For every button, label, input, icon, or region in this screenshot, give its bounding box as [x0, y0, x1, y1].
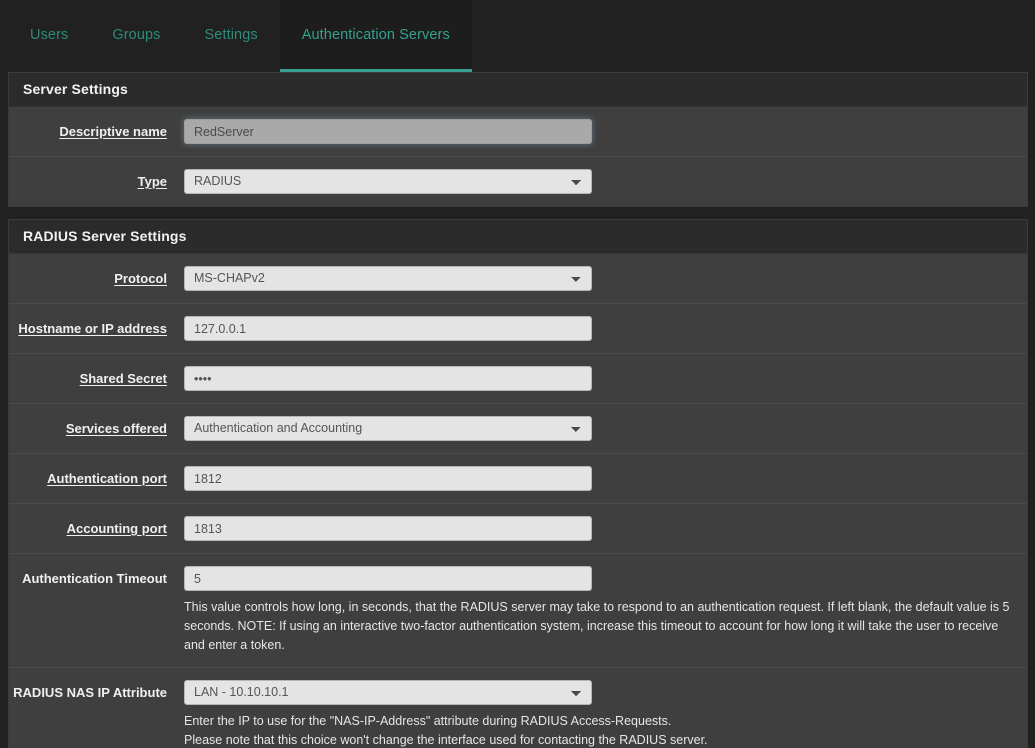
row-authentication-port: Authentication port: [9, 454, 1027, 504]
descriptive-name-input[interactable]: [184, 119, 592, 144]
shared-secret-field-wrap: [184, 366, 1027, 391]
accounting-port-label-text: Accounting port: [66, 521, 167, 536]
row-radius-nas-ip-attribute: RADIUS NAS IP Attribute LAN - 10.10.10.1…: [9, 668, 1027, 748]
row-descriptive-name: Descriptive name: [9, 107, 1027, 157]
services-offered-field-wrap: Authentication and Accounting: [184, 416, 1027, 441]
hostname-input[interactable]: [184, 316, 592, 341]
tab-label: Groups: [112, 26, 161, 43]
type-select[interactable]: RADIUS: [184, 169, 592, 194]
radius-settings-body: Protocol MS-CHAPv2 Hostname or IP addres…: [9, 254, 1027, 748]
authentication-timeout-field-wrap: This value controls how long, in seconds…: [184, 566, 1027, 655]
accounting-port-field-wrap: [184, 516, 1027, 541]
row-shared-secret: Shared Secret: [9, 354, 1027, 404]
descriptive-name-label-text: Descriptive name: [59, 124, 167, 139]
descriptive-name-field-wrap: [184, 119, 1027, 144]
authentication-timeout-help: This value controls how long, in seconds…: [184, 600, 1010, 652]
shared-secret-label: Shared Secret: [9, 366, 184, 386]
authentication-port-input[interactable]: [184, 466, 592, 491]
tab-label: Users: [30, 26, 69, 43]
services-offered-select[interactable]: Authentication and Accounting: [184, 416, 592, 441]
tab-groups[interactable]: Groups: [90, 0, 182, 72]
row-accounting-port: Accounting port: [9, 504, 1027, 554]
protocol-select[interactable]: MS-CHAPv2: [184, 266, 592, 291]
protocol-label-text: Protocol: [114, 271, 167, 286]
hostname-field-wrap: [184, 316, 1027, 341]
radius-nas-ip-label: RADIUS NAS IP Attribute: [9, 680, 184, 700]
authentication-timeout-input[interactable]: [184, 566, 592, 591]
authentication-port-label-text: Authentication port: [47, 471, 167, 486]
type-label-text: Type: [137, 174, 167, 189]
accounting-port-label: Accounting port: [9, 516, 184, 536]
tab-label: Settings: [204, 26, 258, 43]
radius-nas-ip-help: Enter the IP to use for the "NAS-IP-Addr…: [184, 712, 1013, 748]
descriptive-name-label: Descriptive name: [9, 119, 184, 139]
services-offered-label: Services offered: [9, 416, 184, 436]
row-services-offered: Services offered Authentication and Acco…: [9, 404, 1027, 454]
authentication-port-field-wrap: [184, 466, 1027, 491]
shared-secret-input[interactable]: [184, 366, 592, 391]
protocol-label: Protocol: [9, 266, 184, 286]
radius-nas-ip-field-wrap: LAN - 10.10.10.1 Enter the IP to use for…: [184, 680, 1027, 748]
hostname-label: Hostname or IP address: [9, 316, 184, 336]
services-offered-label-text: Services offered: [65, 421, 167, 436]
row-authentication-timeout: Authentication Timeout This value contro…: [9, 554, 1027, 668]
accounting-port-input[interactable]: [184, 516, 592, 541]
tab-users[interactable]: Users: [8, 0, 90, 72]
shared-secret-label-text: Shared Secret: [79, 371, 167, 386]
radius-settings-heading: RADIUS Server Settings: [9, 220, 1027, 254]
row-protocol: Protocol MS-CHAPv2: [9, 254, 1027, 304]
protocol-field-wrap: MS-CHAPv2: [184, 266, 1027, 291]
authentication-timeout-label: Authentication Timeout: [9, 566, 184, 586]
radius-nas-ip-help-line-2: Please note that this choice won't chang…: [184, 733, 708, 747]
row-hostname: Hostname or IP address: [9, 304, 1027, 354]
type-label: Type: [9, 169, 184, 189]
type-field-wrap: RADIUS: [184, 169, 1027, 194]
radius-nas-ip-help-line-1: Enter the IP to use for the "NAS-IP-Addr…: [184, 714, 672, 728]
hostname-label-text: Hostname or IP address: [18, 321, 167, 336]
tab-label: Authentication Servers: [301, 26, 450, 43]
radius-nas-ip-label-text: RADIUS NAS IP Attribute: [13, 685, 167, 700]
radius-server-settings-panel: RADIUS Server Settings Protocol MS-CHAPv…: [8, 219, 1028, 748]
authentication-timeout-label-text: Authentication Timeout: [22, 571, 167, 586]
server-settings-panel: Server Settings Descriptive name Type RA…: [8, 72, 1028, 207]
tab-settings[interactable]: Settings: [183, 0, 280, 72]
server-settings-heading: Server Settings: [9, 73, 1027, 107]
server-settings-body: Descriptive name Type RADIUS: [9, 107, 1027, 206]
authentication-port-label: Authentication port: [9, 466, 184, 486]
tab-bar: Users Groups Settings Authentication Ser…: [0, 0, 1035, 72]
tab-authentication-servers[interactable]: Authentication Servers: [279, 0, 472, 72]
radius-nas-ip-select[interactable]: LAN - 10.10.10.1: [184, 680, 592, 705]
row-type: Type RADIUS: [9, 157, 1027, 206]
